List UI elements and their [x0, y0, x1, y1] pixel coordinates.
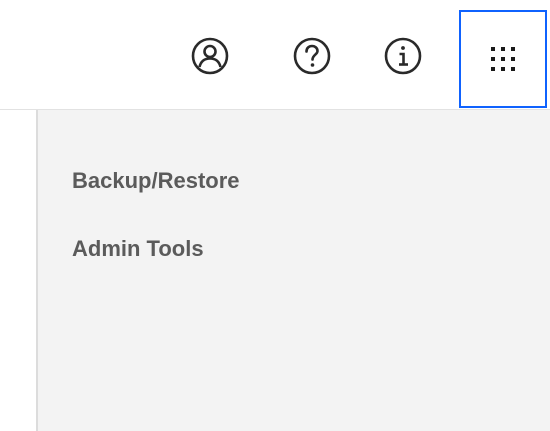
app-switcher-panel: Backup/Restore Admin Tools — [38, 110, 550, 431]
help-button[interactable] — [284, 28, 340, 84]
app-switcher-button[interactable] — [459, 10, 547, 108]
help-icon — [293, 37, 331, 75]
app-switcher-icon — [491, 47, 515, 71]
menu-item-admin-tools[interactable]: Admin Tools — [72, 236, 204, 262]
information-icon — [384, 37, 422, 75]
top-header — [0, 0, 550, 110]
left-content-strip — [0, 110, 38, 431]
menu-item-backup-restore[interactable]: Backup/Restore — [72, 168, 240, 194]
info-button[interactable] — [375, 28, 431, 84]
user-avatar-icon — [191, 37, 229, 75]
user-profile-button[interactable] — [182, 28, 238, 84]
